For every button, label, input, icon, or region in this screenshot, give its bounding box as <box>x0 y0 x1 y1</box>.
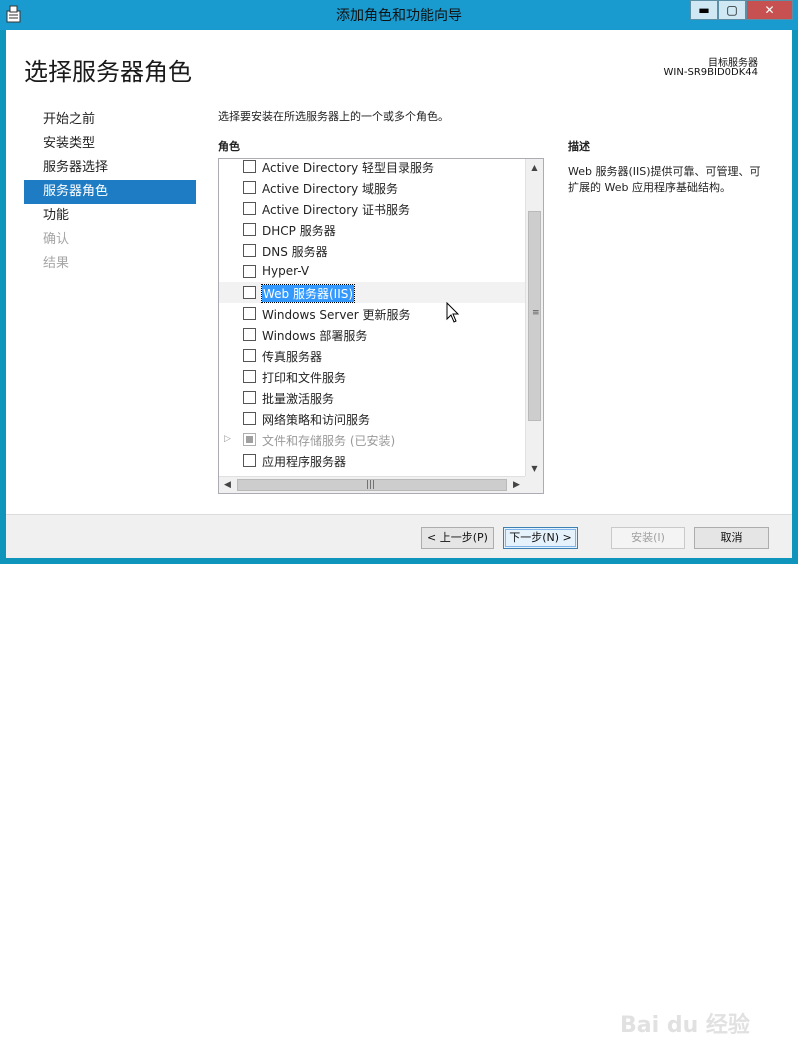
nav-item-features[interactable]: 功能 <box>24 204 196 228</box>
scroll-down-icon[interactable]: ▼ <box>526 460 543 477</box>
list-item[interactable]: 批量激活服务 <box>219 387 525 408</box>
role-checkbox[interactable] <box>243 391 256 404</box>
horizontal-scroll-thumb[interactable]: ||| <box>237 479 507 491</box>
role-checkbox[interactable] <box>243 349 256 362</box>
vertical-scrollbar[interactable]: ▲ ≡ ▼ <box>525 159 543 477</box>
minimize-button[interactable]: ▬ <box>690 0 718 20</box>
roles-heading: 角色 <box>218 140 240 153</box>
role-checkbox[interactable] <box>243 223 256 236</box>
list-item[interactable]: Windows 部署服务 <box>219 324 525 345</box>
role-label: Active Directory 域服务 <box>262 182 399 196</box>
header: 选择服务器角色 目标服务器 WIN-SR9BID0DK44 <box>6 30 792 102</box>
cancel-button[interactable]: 取消 <box>694 527 769 549</box>
grip-icon: ≡ <box>532 308 540 318</box>
role-label: 网络策略和访问服务 <box>262 413 371 427</box>
role-label: DHCP 服务器 <box>262 224 336 238</box>
mouse-cursor-icon <box>446 302 460 323</box>
list-item[interactable]: 打印和文件服务 <box>219 366 525 387</box>
role-checkbox <box>243 433 256 446</box>
nav-item-server-roles[interactable]: 服务器角色 <box>24 180 196 204</box>
minimize-icon: ▬ <box>698 3 710 17</box>
list-item[interactable]: 传真服务器 <box>219 345 525 366</box>
role-checkbox[interactable] <box>243 202 256 215</box>
roles-list-viewport: Active Directory 轻型目录服务 Active Directory… <box>219 159 525 477</box>
maximize-button[interactable]: ▢ <box>718 0 746 20</box>
expand-arrow-icon[interactable]: ▷ <box>224 434 231 444</box>
description-heading: 描述 <box>568 140 590 153</box>
role-label: Web 服务器(IIS) <box>260 284 356 303</box>
scroll-left-icon[interactable]: ◀ <box>219 477 236 493</box>
previous-button[interactable]: < 上一步(P) <box>421 527 494 549</box>
description-text: Web 服务器(IIS)提供可靠、可管理、可扩展的 Web 应用程序基础结构。 <box>568 165 761 194</box>
role-label: 传真服务器 <box>262 350 323 364</box>
list-item-web-server[interactable]: Web 服务器(IIS) <box>219 282 525 303</box>
role-checkbox[interactable] <box>243 265 256 278</box>
next-button[interactable]: 下一步(N) > <box>503 527 578 549</box>
close-button[interactable]: ✕ <box>746 0 793 20</box>
nav-item-server-selection[interactable]: 服务器选择 <box>24 156 196 180</box>
role-checkbox[interactable] <box>243 307 256 320</box>
role-label: Windows Server 更新服务 <box>262 308 411 322</box>
wizard-window: 添加角色和功能向导 ▬ ▢ ✕ 选择服务器角色 目标服务器 WIN-SR9BID… <box>0 0 798 1038</box>
grip-icon: ||| <box>366 480 376 490</box>
instruction-text: 选择要安装在所选服务器上的一个或多个角色。 <box>218 110 449 123</box>
window-title: 添加角色和功能向导 <box>336 8 462 24</box>
wizard-nav: 开始之前 安装类型 服务器选择 服务器角色 功能 确认 结果 <box>24 108 196 276</box>
role-label: 打印和文件服务 <box>262 371 347 385</box>
destination-server-value: WIN-SR9BID0DK44 <box>663 67 758 78</box>
maximize-icon: ▢ <box>726 3 738 17</box>
role-checkbox[interactable] <box>243 181 256 194</box>
list-item[interactable]: 应用程序服务器 <box>219 450 525 471</box>
role-label: DNS 服务器 <box>262 245 328 259</box>
install-button: 安装(I) <box>611 527 685 549</box>
list-item[interactable]: Hyper-V <box>219 261 525 282</box>
footer-bar: < 上一步(P) 下一步(N) > 安装(I) 取消 Bai du 经验 <box>6 514 792 1038</box>
vertical-scroll-thumb[interactable]: ≡ <box>528 211 541 421</box>
role-label: Active Directory 证书服务 <box>262 203 411 217</box>
list-item[interactable]: Windows Server 更新服务 <box>219 303 525 324</box>
list-item[interactable]: Active Directory 轻型目录服务 <box>219 159 525 177</box>
role-checkbox[interactable] <box>243 370 256 383</box>
scrollbar-corner <box>525 476 543 493</box>
nav-item-installation-type[interactable]: 安装类型 <box>24 132 196 156</box>
scroll-up-icon[interactable]: ▲ <box>526 159 543 176</box>
horizontal-scrollbar[interactable]: ◀ ||| ▶ <box>219 476 525 493</box>
nav-item-results: 结果 <box>43 256 70 271</box>
role-checkbox[interactable] <box>243 286 256 299</box>
list-item[interactable]: DNS 服务器 <box>219 240 525 261</box>
role-label: 批量激活服务 <box>262 392 335 406</box>
nav-item-confirmation: 确认 <box>43 232 70 247</box>
list-item[interactable]: Active Directory 证书服务 <box>219 198 525 219</box>
scroll-right-icon[interactable]: ▶ <box>508 477 525 493</box>
list-item[interactable]: Active Directory 域服务 <box>219 177 525 198</box>
nav-item-before-you-begin[interactable]: 开始之前 <box>24 108 196 132</box>
roles-list[interactable]: Active Directory 轻型目录服务 Active Directory… <box>218 158 544 494</box>
list-item[interactable]: DHCP 服务器 <box>219 219 525 240</box>
close-icon: ✕ <box>764 3 775 17</box>
role-checkbox[interactable] <box>243 328 256 341</box>
wizard-client: 选择服务器角色 目标服务器 WIN-SR9BID0DK44 开始之前 安装类型 … <box>6 30 792 1038</box>
watermark: Bai du 经验 <box>620 1013 750 1038</box>
role-label: Windows 部署服务 <box>262 329 368 343</box>
role-label: 文件和存储服务 (已安装) <box>262 434 396 448</box>
list-item[interactable]: 网络策略和访问服务 <box>219 408 525 429</box>
role-checkbox[interactable] <box>243 244 256 257</box>
list-item[interactable]: ▷ 文件和存储服务 (已安装) <box>219 429 525 450</box>
role-checkbox[interactable] <box>243 160 256 173</box>
role-label: 应用程序服务器 <box>262 455 347 469</box>
role-checkbox[interactable] <box>243 412 256 425</box>
role-checkbox[interactable] <box>243 454 256 467</box>
title-bar[interactable]: 添加角色和功能向导 ▬ ▢ ✕ <box>0 0 798 30</box>
page-title: 选择服务器角色 <box>24 58 192 86</box>
role-label: Active Directory 轻型目录服务 <box>262 161 435 175</box>
role-label: Hyper-V <box>262 264 310 278</box>
